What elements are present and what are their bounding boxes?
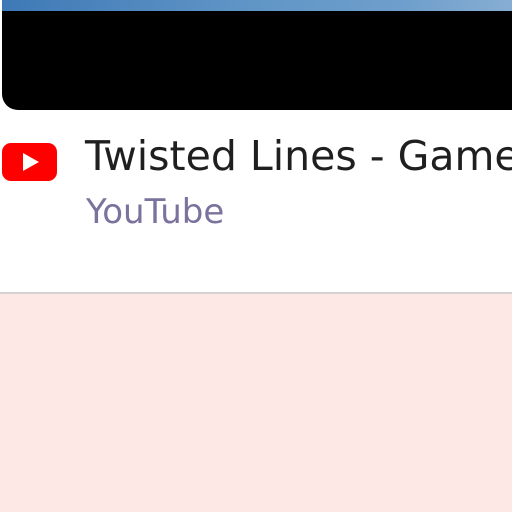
youtube-icon — [2, 143, 57, 181]
video-thumbnail[interactable] — [2, 0, 512, 110]
search-result-page: Twisted Lines - Game YouTube — [0, 0, 512, 512]
lower-background-area — [0, 294, 512, 512]
video-meta-row[interactable]: Twisted Lines - Game YouTube — [0, 128, 512, 238]
video-source: YouTube — [86, 192, 225, 232]
video-result-card[interactable]: Twisted Lines - Game YouTube — [0, 0, 512, 294]
video-title[interactable]: Twisted Lines - Game — [85, 130, 512, 182]
thumbnail-image-edge — [2, 0, 512, 11]
